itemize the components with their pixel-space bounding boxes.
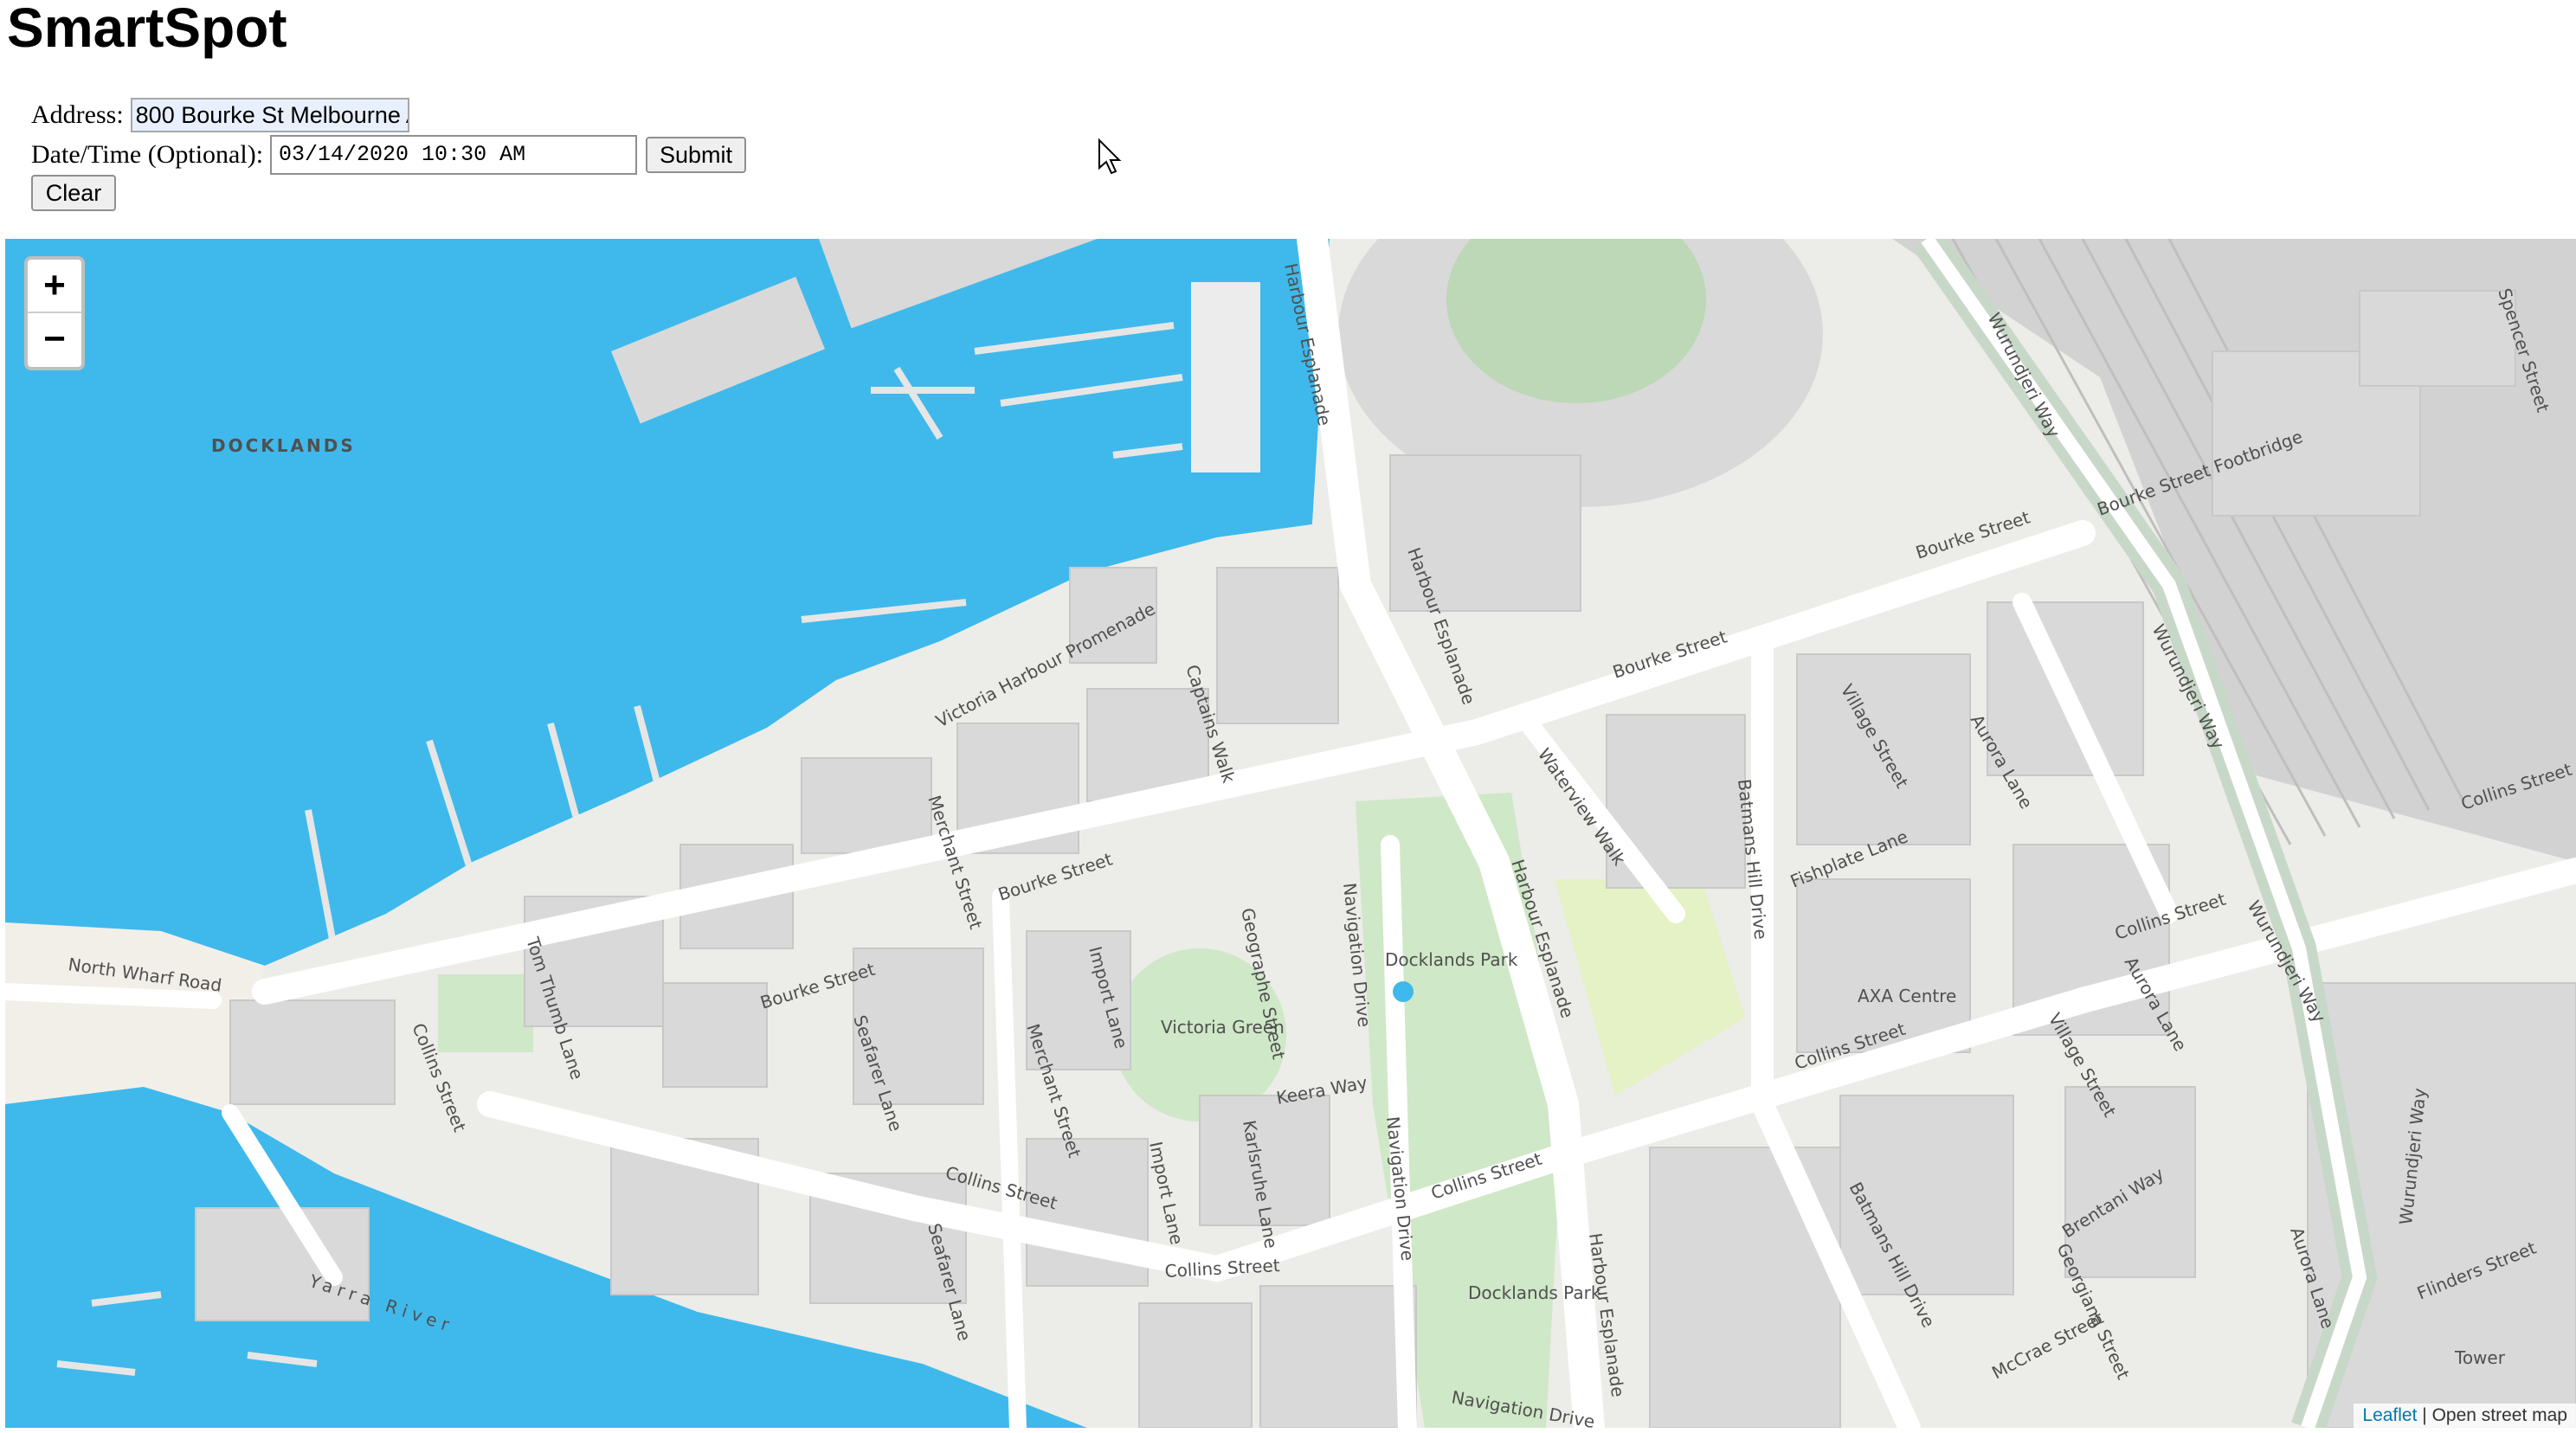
datetime-row: Date/Time (Optional): 03/14/2020 10:30 AM… xyxy=(31,133,747,176)
zoom-in-button[interactable]: + xyxy=(28,260,81,313)
docklands-park-label-1: Docklands Park xyxy=(1385,949,1518,970)
map-tiles[interactable]: DOCKLANDS Yarra River Harbour Esplanade … xyxy=(5,239,2576,1428)
zoom-out-button[interactable]: − xyxy=(28,313,81,367)
docklands-park-label-2: Docklands Park xyxy=(1468,1282,1601,1303)
leaflet-link[interactable]: Leaflet xyxy=(2362,1405,2417,1425)
tower-label: Tower xyxy=(2454,1347,2506,1368)
address-input[interactable]: 800 Bourke St Melbourne A xyxy=(130,98,409,133)
datetime-label: Date/Time (Optional): xyxy=(31,140,264,170)
submit-button[interactable]: Submit xyxy=(646,137,747,174)
clear-button[interactable]: Clear xyxy=(31,175,116,211)
address-label: Address: xyxy=(31,100,124,130)
datetime-input[interactable]: 03/14/2020 10:30 AM xyxy=(270,135,638,176)
attribution-separator: | xyxy=(2417,1405,2432,1425)
app-title: SmartSpot xyxy=(7,0,287,59)
address-row: Address: 800 Bourke St Melbourne A xyxy=(31,93,409,133)
map-attribution: Leaflet | Open street map xyxy=(2354,1404,2576,1428)
zoom-control: + − xyxy=(24,256,85,370)
docklands-park-marker-icon xyxy=(1393,981,1414,1002)
map[interactable]: DOCKLANDS Yarra River Harbour Esplanade … xyxy=(5,239,2576,1428)
docklands-label: DOCKLANDS xyxy=(211,435,356,456)
attribution-source: Open street map xyxy=(2431,1405,2567,1425)
victoria-green-label: Victoria Green xyxy=(1161,1017,1285,1038)
axa-centre-label: AXA Centre xyxy=(1858,986,1956,1006)
mouse-pointer-icon xyxy=(1098,138,1122,175)
